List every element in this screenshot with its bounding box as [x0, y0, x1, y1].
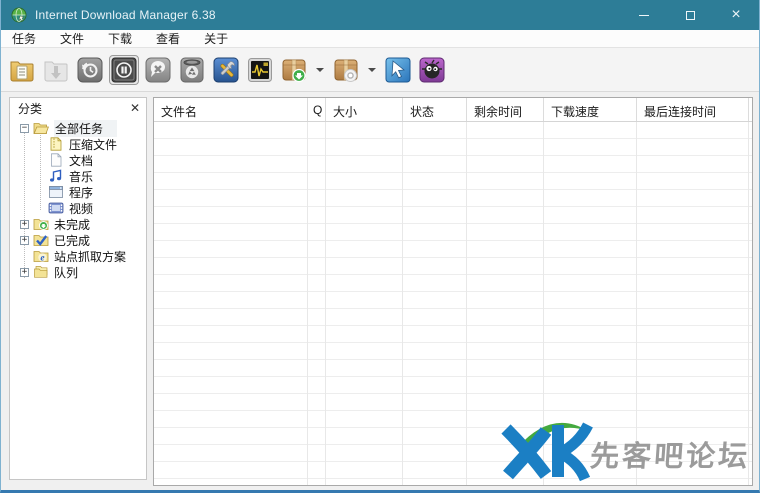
tree-item-label: 音乐 [69, 168, 93, 185]
folder-open-icon [33, 121, 49, 135]
title-bar: Internet Download Manager 6.38 × [1, 0, 759, 30]
column-gridline [307, 122, 308, 485]
stop-button[interactable] [110, 56, 138, 84]
site-grabber-icon: e [33, 249, 49, 263]
column-header-0[interactable]: 文件名 [154, 98, 308, 121]
categories-header: 分类 ✕ [10, 98, 146, 118]
tree-item-label: 全部任务 [54, 120, 117, 137]
tree-item-label: 视频 [69, 200, 93, 217]
categories-panel: 分类 ✕ − 全部任务压缩文件文档音乐程序视频 + 未完成 + 已完成 e 站点抓取方案 + 队列 [9, 97, 147, 480]
column-header-3[interactable]: 状态 [403, 98, 467, 121]
menu-item-3[interactable]: 查看 [149, 30, 187, 48]
stop-all-button[interactable] [144, 56, 172, 84]
category-tree: − 全部任务压缩文件文档音乐程序视频 + 未完成 + 已完成 e 站点抓取方案 + 队列 [10, 118, 146, 280]
main-area: 分类 ✕ − 全部任务压缩文件文档音乐程序视频 + 未完成 + 已完成 e 站点抓取方案 + 队列… [1, 92, 759, 490]
delete-button[interactable] [178, 56, 206, 84]
categories-close-icon[interactable]: ✕ [130, 102, 140, 114]
scheduler-icon [247, 57, 273, 83]
tree-item-3[interactable]: 音乐 [10, 168, 146, 184]
delete-icon [179, 57, 205, 83]
downloads-table: 文件名Q大小状态剩余时间下载速度最后连接时间 先客吧论坛 [153, 97, 753, 486]
stop-queue-icon [333, 57, 359, 83]
tree-item-label: 未完成 [54, 216, 90, 233]
column-header-1[interactable]: Q [308, 98, 326, 121]
collapse-icon[interactable]: − [20, 124, 29, 133]
tree-item-7[interactable]: + 已完成 [10, 232, 146, 248]
grabber-button[interactable] [384, 56, 412, 84]
menu-item-2[interactable]: 下载 [101, 30, 139, 48]
watermark: 先客吧论坛 [496, 409, 750, 483]
document-icon [48, 153, 64, 167]
tree-item-label: 压缩文件 [69, 136, 117, 153]
resume-icon [43, 57, 69, 83]
expand-icon[interactable]: + [20, 268, 29, 277]
options-button[interactable] [212, 56, 240, 84]
column-header-6[interactable]: 最后连接时间 [637, 98, 749, 121]
column-header-5[interactable]: 下载速度 [544, 98, 637, 121]
window-title: Internet Download Manager 6.38 [35, 8, 216, 22]
menu-item-1[interactable]: 文件 [53, 30, 91, 48]
toolbar [1, 48, 759, 92]
stop-queue-button[interactable] [332, 56, 360, 84]
close-button[interactable]: × [713, 0, 759, 30]
expand-icon[interactable]: + [20, 220, 29, 229]
tell-a-friend-button[interactable] [418, 56, 446, 84]
stop-queue-dropdown-icon[interactable] [368, 68, 376, 72]
menu-item-4[interactable]: 关于 [197, 30, 235, 48]
tree-item-2[interactable]: 文档 [10, 152, 146, 168]
menu-item-0[interactable]: 任务 [5, 30, 43, 48]
start-queue-button[interactable] [280, 56, 308, 84]
categories-title: 分类 [18, 100, 42, 117]
maximize-button[interactable] [667, 0, 713, 30]
video-icon [48, 201, 64, 215]
add-url-button[interactable] [8, 56, 36, 84]
idm-logo-icon [11, 7, 27, 23]
tree-item-label: 队列 [54, 264, 78, 281]
music-icon [48, 169, 64, 183]
maximize-icon [686, 11, 695, 20]
options-icon [213, 57, 239, 83]
minimize-button[interactable] [621, 0, 667, 30]
tree-item-0[interactable]: − 全部任务 [10, 120, 146, 136]
expand-icon[interactable]: + [20, 236, 29, 245]
stop-icon [111, 57, 137, 83]
column-header-2[interactable]: 大小 [326, 98, 403, 121]
start-queue-dropdown-icon[interactable] [316, 68, 324, 72]
table-header-row: 文件名Q大小状态剩余时间下载速度最后连接时间 [154, 98, 752, 122]
xr-logo-icon [496, 409, 596, 483]
tree-item-label: 文档 [69, 152, 93, 169]
mascot-icon [419, 57, 445, 83]
column-gridline [402, 122, 403, 485]
stop-all-icon [145, 57, 171, 83]
menu-bar: 任务文件下载查看关于 [1, 30, 759, 48]
tree-item-label: 程序 [69, 184, 93, 201]
folder-download-icon [33, 217, 49, 231]
add-url-icon [9, 57, 35, 83]
resume-button[interactable] [42, 56, 70, 84]
grabber-icon [385, 57, 411, 83]
close-icon: × [731, 7, 740, 23]
folder-check-icon [33, 233, 49, 247]
idm-window: Internet Download Manager 6.38 × 任务文件下载查… [0, 0, 760, 493]
column-header-4[interactable]: 剩余时间 [467, 98, 544, 121]
tree-item-6[interactable]: + 未完成 [10, 216, 146, 232]
zip-file-icon [48, 137, 64, 151]
tree-item-5[interactable]: 视频 [10, 200, 146, 216]
tree-item-4[interactable]: 程序 [10, 184, 146, 200]
column-gridline [466, 122, 467, 485]
watermark-text: 先客吧论坛 [588, 433, 752, 483]
queues-icon [33, 265, 49, 279]
tree-item-9[interactable]: + 队列 [10, 264, 146, 280]
start-queue-icon [281, 57, 307, 83]
column-gridline [325, 122, 326, 485]
program-icon [48, 185, 64, 199]
tree-item-label: 站点抓取方案 [54, 248, 126, 265]
restart-icon [77, 57, 103, 83]
tree-item-8[interactable]: e 站点抓取方案 [10, 248, 146, 264]
restart-button[interactable] [76, 56, 104, 84]
tree-item-label: 已完成 [54, 232, 90, 249]
scheduler-button[interactable] [246, 56, 274, 84]
tree-item-1[interactable]: 压缩文件 [10, 136, 146, 152]
minimize-icon [639, 15, 649, 16]
